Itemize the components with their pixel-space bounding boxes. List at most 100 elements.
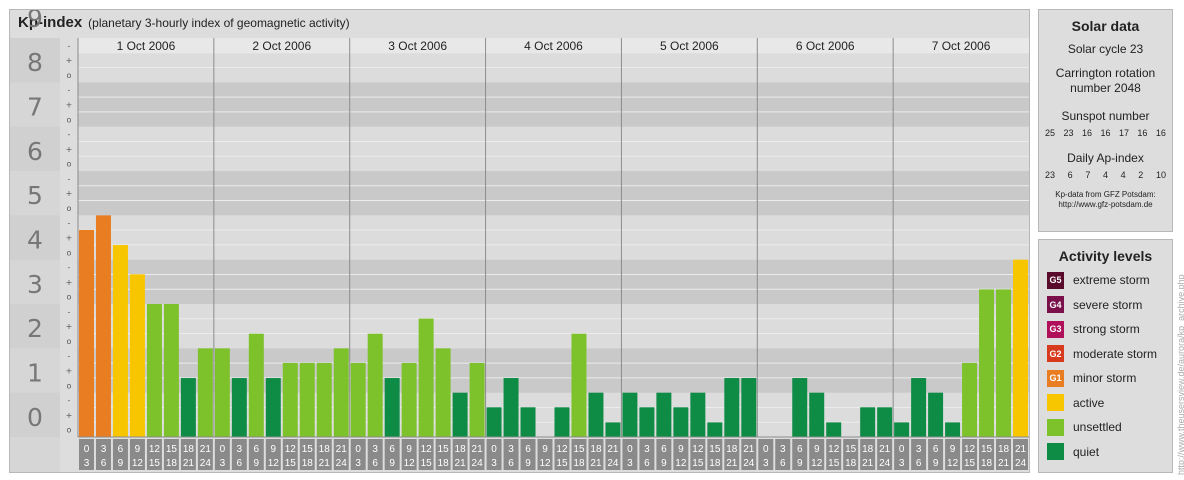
interval-end-label: 21 <box>726 458 738 469</box>
y-tick-label: 8 <box>27 48 43 77</box>
legend-label: active <box>1073 395 1105 410</box>
interval-end-label: 9 <box>254 458 260 469</box>
kp-bar <box>724 378 740 437</box>
kp-bar <box>129 274 145 437</box>
y-tick-label: 4 <box>27 226 43 255</box>
kp-bar <box>996 289 1012 437</box>
interval-start-label: 21 <box>879 444 891 455</box>
kp-bar <box>452 392 468 437</box>
kp-bar <box>554 407 570 437</box>
legend-label: minor storm <box>1073 371 1137 386</box>
kp-bar <box>656 392 672 437</box>
interval-end-label: 18 <box>981 458 993 469</box>
interval-start-label: 0 <box>491 444 497 455</box>
minor-tick-label: - <box>68 41 71 50</box>
interval-start-label: 0 <box>220 444 226 455</box>
interval-end-label: 6 <box>644 458 650 469</box>
interval-end-label: 3 <box>763 458 769 469</box>
kp-bar <box>333 348 349 437</box>
minor-tick-label: + <box>66 367 73 376</box>
kp-bar <box>690 392 706 437</box>
kp-bar <box>911 378 927 437</box>
kp-bar <box>605 422 621 437</box>
interval-end-label: 15 <box>421 458 433 469</box>
kp-bar <box>486 407 502 437</box>
interval-end-label: 3 <box>84 458 90 469</box>
sunspot-values: 25 23 16 16 17 16 16 <box>1039 128 1172 138</box>
interval-start-label: 15 <box>166 444 178 455</box>
minor-tick-label: o <box>67 160 72 169</box>
interval-start-label: 15 <box>302 444 314 455</box>
interval-start-label: 15 <box>573 444 585 455</box>
legend-swatch: G1 <box>1047 369 1064 387</box>
interval-end-label: 3 <box>355 458 361 469</box>
interval-start-label: 3 <box>644 444 650 455</box>
interval-end-label: 18 <box>302 458 314 469</box>
interval-end-label: 12 <box>404 458 416 469</box>
interval-start-label: 3 <box>916 444 922 455</box>
plot-band <box>78 82 1029 127</box>
interval-start-label: 6 <box>797 444 803 455</box>
kp-bar <box>588 392 604 437</box>
interval-end-label: 9 <box>118 458 124 469</box>
interval-start-label: 3 <box>780 444 786 455</box>
kp-bar <box>180 378 196 437</box>
minor-tick-label: - <box>68 86 71 95</box>
interval-start-label: 3 <box>372 444 378 455</box>
interval-end-label: 24 <box>879 458 891 469</box>
legend-label: quiet <box>1073 444 1100 459</box>
minor-tick-label: - <box>68 130 71 139</box>
minor-tick-label: + <box>66 56 73 65</box>
minor-tick-label: o <box>67 71 72 80</box>
interval-start-label: 6 <box>389 444 395 455</box>
kp-bar <box>112 245 128 437</box>
day-label: 3 Oct 2006 <box>388 39 447 53</box>
watermark: http://www.theusersview.de/aurora/kp_arc… <box>1176 274 1184 475</box>
day-label: 4 Oct 2006 <box>524 39 583 53</box>
activity-levels-panel: Activity levels G5 extreme storm G4 severe … <box>1038 239 1173 473</box>
data-source-line-1: Kp-data from GFZ Potsdam: <box>1055 190 1156 199</box>
interval-start-label: 6 <box>254 444 260 455</box>
kp-bar <box>95 215 111 437</box>
kp-bar <box>231 378 247 437</box>
legend-label: unsettled <box>1073 420 1122 435</box>
interval-end-label: 15 <box>285 458 297 469</box>
kp-bar <box>571 333 587 437</box>
minor-tick-label: o <box>67 204 72 213</box>
minor-tick-label: + <box>66 411 73 420</box>
kp-bar <box>792 378 808 437</box>
kp-bar <box>299 362 315 437</box>
interval-start-label: 18 <box>319 444 331 455</box>
interval-start-label: 18 <box>998 444 1010 455</box>
interval-end-label: 21 <box>590 458 602 469</box>
kp-bar <box>79 229 94 437</box>
legend-swatch: G2 <box>1047 345 1064 363</box>
interval-start-label: 21 <box>200 444 212 455</box>
legend-label: strong storm <box>1073 322 1140 337</box>
interval-start-label: 15 <box>981 444 993 455</box>
interval-end-label: 12 <box>811 458 823 469</box>
interval-start-label: 6 <box>661 444 667 455</box>
minor-tick-label: o <box>67 337 72 346</box>
interval-end-label: 12 <box>268 458 280 469</box>
interval-end-label: 24 <box>336 458 348 469</box>
legend-label: severe storm <box>1073 297 1143 312</box>
legend-item: G2 moderate storm <box>1047 342 1172 367</box>
interval-start-label: 18 <box>183 444 195 455</box>
minor-tick-label: + <box>66 145 73 154</box>
interval-end-label: 9 <box>661 458 667 469</box>
interval-start-label: 9 <box>406 444 412 455</box>
interval-start-label: 9 <box>542 444 548 455</box>
kp-bar <box>979 289 995 437</box>
plot-band <box>78 171 1029 216</box>
interval-end-label: 3 <box>220 458 226 469</box>
interval-start-label: 9 <box>271 444 277 455</box>
interval-start-label: 15 <box>709 444 721 455</box>
activity-legend: G5 extreme storm G4 severe storm G3 strong st… <box>1039 264 1172 464</box>
interval-end-label: 6 <box>508 458 514 469</box>
kp-bar <box>962 362 978 437</box>
ap-label: Daily Ap-index <box>1067 151 1144 165</box>
kp-bar <box>860 407 876 437</box>
interval-end-label: 12 <box>675 458 687 469</box>
solar-data-title: Solar data <box>1071 18 1140 34</box>
